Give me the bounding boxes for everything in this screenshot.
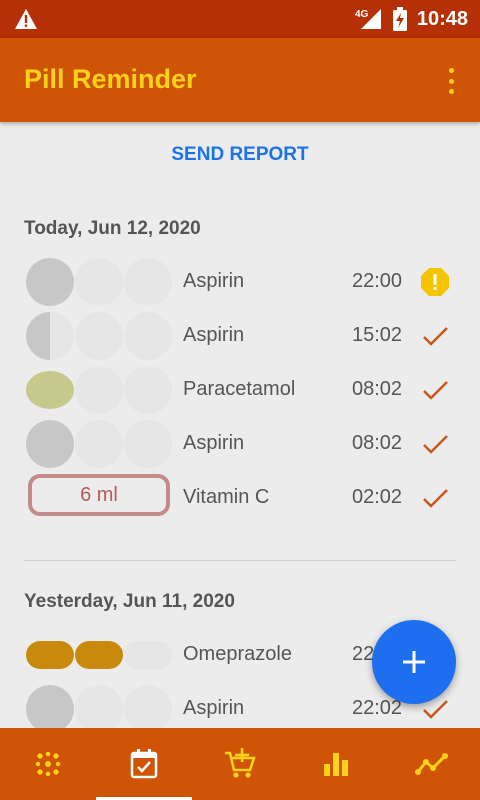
- list-item[interactable]: Aspirin 08:02: [0, 417, 480, 471]
- battery-charging-icon: [392, 7, 407, 31]
- list-item[interactable]: Aspirin 22:00: [0, 255, 480, 309]
- check-icon: [423, 435, 448, 454]
- dose-time: 08:02: [352, 432, 403, 454]
- network-type: 4G: [355, 9, 369, 20]
- medicine-name: Aspirin: [183, 270, 245, 292]
- bottom-navigation: [0, 728, 480, 800]
- app-bar: Pill Reminder: [0, 38, 480, 122]
- list-item[interactable]: 6 ml Vitamin C 02:02: [0, 471, 480, 525]
- medicine-name: Aspirin: [183, 432, 245, 454]
- status-clock: 10:48: [416, 7, 468, 30]
- nav-history[interactable]: [96, 728, 192, 800]
- dose-time: 22:00: [352, 270, 403, 292]
- dose-amount: 6 ml: [28, 474, 170, 516]
- day-header: Today, Jun 12, 2020: [24, 218, 201, 239]
- medicine-name: Omeprazole: [183, 643, 292, 665]
- medicine-name: Paracetamol: [183, 378, 296, 400]
- warning-icon: [421, 268, 449, 296]
- pills-icon: [35, 751, 61, 777]
- dose-indicator: [26, 366, 172, 414]
- medicine-name: Aspirin: [183, 697, 245, 719]
- app-title: Pill Reminder: [24, 64, 197, 94]
- send-report-button[interactable]: SEND REPORT: [0, 144, 480, 166]
- bar-chart-icon: [324, 753, 348, 776]
- cart-add-icon: [225, 748, 256, 778]
- dose-indicator: [26, 685, 172, 728]
- add-reminder-button[interactable]: [372, 620, 456, 704]
- signal-icon: 4G: [355, 9, 381, 29]
- calendar-check-icon: [130, 749, 158, 779]
- nav-trends[interactable]: [384, 728, 480, 800]
- section-divider: [24, 560, 456, 561]
- check-icon: [423, 381, 448, 400]
- dose-time: 02:02: [352, 486, 403, 508]
- dose-time: 08:02: [352, 378, 403, 400]
- plus-icon: [403, 651, 425, 673]
- medicine-name: Vitamin C: [183, 486, 270, 508]
- check-icon: [423, 489, 448, 508]
- warning-triangle-icon: [15, 9, 37, 29]
- dose-indicator: [26, 312, 172, 360]
- dose-indicator: [26, 631, 172, 679]
- dose-indicator: [26, 258, 172, 306]
- nav-refill[interactable]: [192, 728, 288, 800]
- nav-medications[interactable]: [0, 728, 96, 800]
- dose-indicator: [26, 420, 172, 468]
- trend-line-icon: [415, 753, 448, 775]
- list-item[interactable]: Paracetamol 08:02: [0, 363, 480, 417]
- overflow-menu-icon[interactable]: [446, 68, 456, 94]
- nav-statistics[interactable]: [288, 728, 384, 800]
- list-item[interactable]: Aspirin 15:02: [0, 309, 480, 363]
- day-header: Yesterday, Jun 11, 2020: [24, 591, 235, 612]
- medicine-name: Aspirin: [183, 324, 245, 346]
- dose-time: 15:02: [352, 324, 403, 346]
- dose-time: 22:02: [352, 697, 403, 719]
- status-bar: 4G 10:48: [0, 0, 480, 38]
- check-icon: [423, 327, 448, 346]
